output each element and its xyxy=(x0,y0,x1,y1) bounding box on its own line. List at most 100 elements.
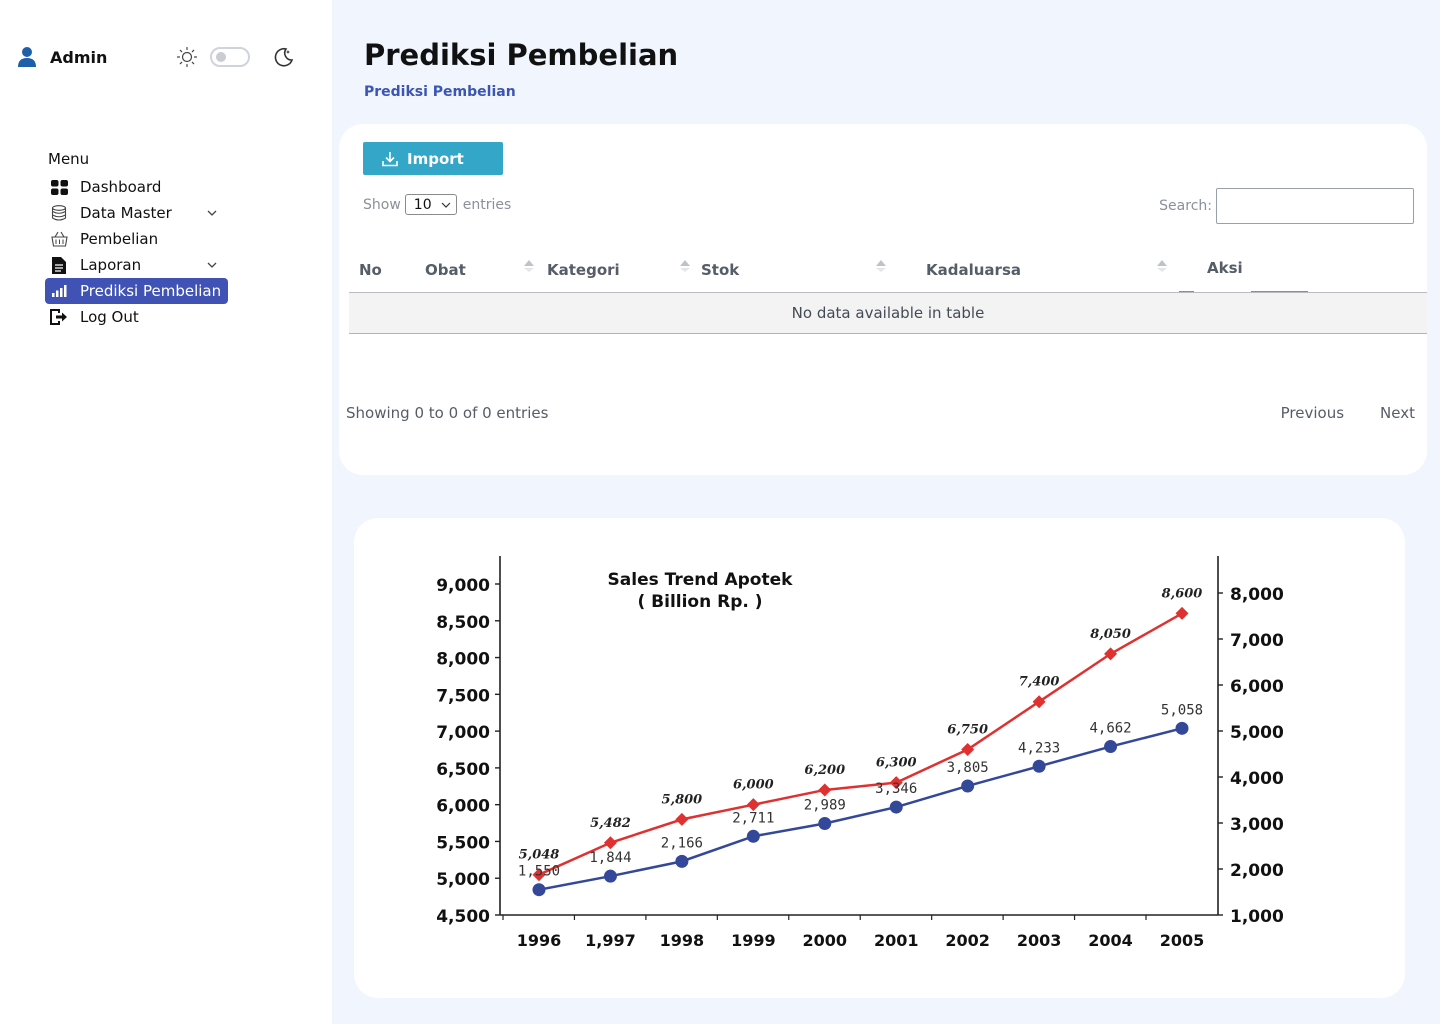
y-tick-label-right: 8,000 xyxy=(1230,585,1284,605)
chevron-down-icon xyxy=(441,202,451,208)
chart-title: Sales Trend Apotek xyxy=(608,570,794,590)
y-tick-label-left: 6,000 xyxy=(436,797,490,817)
data-label: 6,300 xyxy=(876,756,917,771)
column-header-no[interactable]: No xyxy=(359,261,382,279)
sidebar-item-pembelian[interactable]: Pembelian xyxy=(45,226,235,252)
sidebar-item-label: Data Master xyxy=(80,204,172,222)
table-header: No Obat Kategori Stok Kadaluarsa Aksi xyxy=(349,244,1427,293)
dashboard-icon xyxy=(50,178,68,196)
column-header-kadaluarsa[interactable]: Kadaluarsa xyxy=(926,261,1021,279)
user-name: Admin xyxy=(50,47,108,67)
theme-toggle xyxy=(176,46,294,68)
switch-knob xyxy=(216,52,226,62)
x-tick-label: 1999 xyxy=(731,931,776,950)
sun-icon[interactable] xyxy=(176,46,198,68)
previous-button[interactable]: Previous xyxy=(1281,404,1344,422)
data-label: 4,662 xyxy=(1089,721,1131,737)
sidebar-item-dashboard[interactable]: Dashboard xyxy=(45,174,235,200)
y-tick-label-right: 5,000 xyxy=(1230,723,1284,743)
sort-icon[interactable] xyxy=(680,260,690,272)
entries-select[interactable]: 10 xyxy=(404,194,457,215)
data-label: 6,200 xyxy=(804,763,845,778)
data-label: 4,233 xyxy=(1018,740,1060,756)
chevron-down-icon[interactable] xyxy=(205,206,219,220)
data-point xyxy=(818,817,832,831)
sidebar-item-data-master[interactable]: Data Master xyxy=(45,200,235,226)
empty-table-row: No data available in table xyxy=(349,293,1427,334)
column-header-stok[interactable]: Stok xyxy=(701,261,739,279)
database-icon xyxy=(50,204,68,222)
download-icon xyxy=(382,151,398,166)
chart-subtitle: ( Billion Rp. ) xyxy=(637,592,762,612)
sidebar-item-label: Laporan xyxy=(80,256,142,274)
user-profile[interactable]: Admin xyxy=(18,46,107,68)
import-button[interactable]: Import xyxy=(363,142,503,175)
logout-icon xyxy=(50,308,68,326)
import-label: Import xyxy=(407,149,464,168)
data-label: 8,600 xyxy=(1162,586,1203,601)
data-label: 2,711 xyxy=(732,810,774,826)
y-tick-label-left: 6,500 xyxy=(436,760,490,780)
search-input[interactable] xyxy=(1216,188,1414,224)
table-card: Import Show 10 entries Search: No Obat K… xyxy=(339,124,1427,475)
search-label: Search: xyxy=(1159,198,1212,214)
sort-icon[interactable] xyxy=(524,260,534,272)
data-label: 5,058 xyxy=(1161,702,1203,718)
data-point xyxy=(675,854,689,868)
column-header-kategori[interactable]: Kategori xyxy=(547,261,620,279)
dark-mode-switch[interactable] xyxy=(210,47,250,67)
y-tick-label-left: 7,000 xyxy=(436,723,490,743)
sort-icon[interactable] xyxy=(1157,260,1167,272)
data-label: 2,989 xyxy=(804,798,846,814)
data-point xyxy=(818,783,832,797)
user-icon xyxy=(18,47,36,67)
basket-icon xyxy=(50,230,68,248)
chart-card: Sales Trend Apotek ( Billion Rp. ) 4,500… xyxy=(354,518,1405,998)
data-label: 5,482 xyxy=(590,816,631,831)
x-tick-label: 1,997 xyxy=(585,931,636,950)
divider xyxy=(1251,291,1308,292)
series-line xyxy=(538,727,1183,891)
x-tick-label: 1998 xyxy=(660,931,705,950)
moon-icon[interactable] xyxy=(272,46,294,68)
y-tick-label-left: 5,000 xyxy=(436,870,490,890)
data-point xyxy=(746,798,760,812)
y-tick-label-right: 6,000 xyxy=(1230,677,1284,697)
sort-icon[interactable] xyxy=(876,260,886,272)
breadcrumb[interactable]: Prediksi Pembelian xyxy=(364,84,516,100)
document-icon xyxy=(50,256,68,274)
entries-select-value: 10 xyxy=(413,196,432,213)
series-line xyxy=(538,612,1183,876)
sidebar-item-label: Dashboard xyxy=(80,178,162,196)
chevron-down-icon[interactable] xyxy=(205,258,219,272)
data-label: 3,346 xyxy=(875,781,917,797)
sidebar-item-label: Log Out xyxy=(80,308,139,326)
pagination: Previous Next xyxy=(1281,404,1415,422)
entries-length-control: Show 10 entries xyxy=(363,194,511,215)
data-point xyxy=(746,829,760,843)
sidebar-item-logout[interactable]: Log Out xyxy=(45,304,235,330)
data-point xyxy=(1104,740,1118,754)
data-point xyxy=(1032,695,1046,709)
y-tick-label-left: 8,500 xyxy=(436,613,490,633)
table-info: Showing 0 to 0 of 0 entries xyxy=(346,404,549,422)
data-point xyxy=(603,836,617,850)
data-label: 2,166 xyxy=(661,835,703,851)
column-header-obat[interactable]: Obat xyxy=(425,261,466,279)
y-tick-label-right: 7,000 xyxy=(1230,631,1284,651)
data-label: 1,844 xyxy=(589,850,631,866)
y-tick-label-right: 1,000 xyxy=(1230,907,1284,927)
data-point xyxy=(961,779,975,793)
sidebar-item-laporan[interactable]: Laporan xyxy=(45,252,235,278)
x-tick-label: 1996 xyxy=(517,931,562,950)
next-button[interactable]: Next xyxy=(1380,404,1415,422)
x-tick-label: 2000 xyxy=(803,931,848,950)
sidebar-item-prediksi-pembelian[interactable]: Prediksi Pembelian xyxy=(45,278,228,304)
sidebar-item-label: Prediksi Pembelian xyxy=(80,282,222,300)
data-label: 6,750 xyxy=(947,723,988,738)
data-label: 8,050 xyxy=(1090,627,1131,642)
x-tick-label: 2003 xyxy=(1017,931,1062,950)
column-header-aksi[interactable]: Aksi xyxy=(1207,259,1243,277)
y-tick-label-left: 7,500 xyxy=(436,686,490,706)
data-point xyxy=(889,800,903,814)
